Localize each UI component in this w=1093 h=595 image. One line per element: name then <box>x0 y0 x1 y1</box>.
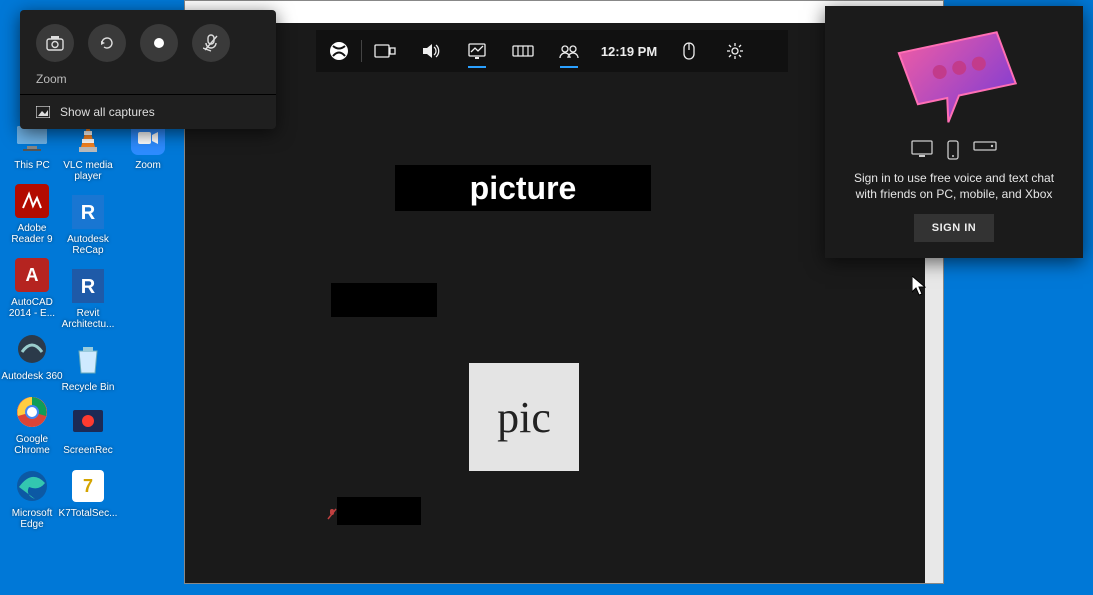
svg-text:A: A <box>26 265 39 285</box>
xbox-social-card: Sign in to use free voice and text chat … <box>825 6 1083 258</box>
desktop-icon-autocad[interactable]: AAutoCAD 2014 - E... <box>0 255 64 319</box>
svg-text:R: R <box>81 276 96 298</box>
participant-tile-1 <box>331 283 437 317</box>
desktop-icon-recycle-bin[interactable]: Recycle Bin <box>56 340 120 393</box>
desktop-icon-recap[interactable]: RAutodesk ReCap <box>56 192 120 256</box>
audio-widget-button[interactable] <box>408 30 454 72</box>
gamebar-clock: 12:19 PM <box>592 44 666 59</box>
console-icon <box>973 140 997 160</box>
xbox-social-button[interactable] <box>546 30 592 72</box>
resources-widget-button[interactable] <box>500 30 546 72</box>
zoom-meeting-area: picture pic <box>185 23 925 583</box>
mic-toggle-button[interactable] <box>192 24 230 62</box>
desktop-icon-k7[interactable]: 7K7TotalSec... <box>56 466 120 519</box>
pc-icon <box>911 140 933 160</box>
chat-bubble-icon <box>879 22 1029 132</box>
show-all-captures-label: Show all captures <box>60 105 155 119</box>
mouse-passthrough-button[interactable] <box>666 30 712 72</box>
record-last-button[interactable] <box>88 24 126 62</box>
performance-widget-button[interactable] <box>454 30 500 72</box>
settings-button[interactable] <box>712 30 758 72</box>
mic-muted-icon <box>327 508 337 520</box>
svg-text:R: R <box>81 202 96 224</box>
gamebar-toolbar: 12:19 PM <box>316 30 788 72</box>
gamebar-capture-widget: Zoom Show all captures <box>20 10 276 129</box>
record-button[interactable] <box>140 24 178 62</box>
xbox-button[interactable] <box>316 30 362 72</box>
mobile-icon <box>947 140 959 160</box>
show-all-captures-link[interactable]: Show all captures <box>20 95 276 129</box>
desktop-icon-autodesk-360[interactable]: Autodesk 360 <box>0 329 64 382</box>
shared-screen-title: picture <box>395 165 651 211</box>
capture-widget-button[interactable] <box>362 30 408 72</box>
sign-in-button[interactable]: SIGN IN <box>914 214 994 242</box>
gallery-icon <box>36 106 50 118</box>
desktop-icon-adobe-reader[interactable]: Adobe Reader 9 <box>0 181 64 245</box>
device-icons-row <box>837 140 1071 160</box>
participant-tile-2 <box>337 497 421 525</box>
desktop-icon-edge[interactable]: Microsoft Edge <box>0 466 64 530</box>
desktop-icon-revit[interactable]: RRevit Architectu... <box>56 266 120 330</box>
desktop-icon-chrome[interactable]: Google Chrome <box>0 392 64 456</box>
svg-text:7: 7 <box>83 476 93 496</box>
capture-widget-app-title: Zoom <box>20 72 276 94</box>
signin-prompt-text: Sign in to use free voice and text chat … <box>837 170 1071 214</box>
screenshot-button[interactable] <box>36 24 74 62</box>
thumbnail-label: pic <box>469 363 579 471</box>
desktop-icon-screenrec[interactable]: ScreenRec <box>56 403 120 456</box>
